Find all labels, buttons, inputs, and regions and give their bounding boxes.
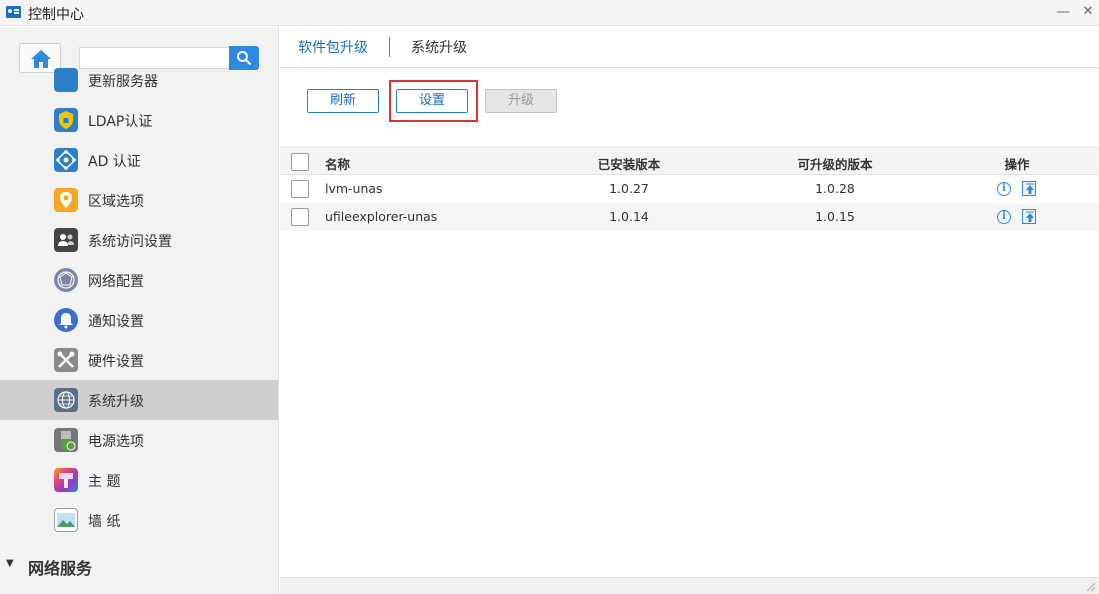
row-checkbox[interactable] bbox=[291, 180, 309, 198]
bell-icon bbox=[54, 308, 78, 332]
sidebar-item-label: 电源选项 bbox=[88, 434, 144, 450]
theme-palette-icon bbox=[54, 468, 78, 492]
header-operations: 操作 bbox=[1004, 157, 1030, 172]
table-row[interactable]: lvm-unas 1.0.27 1.0.28 i bbox=[280, 175, 1099, 203]
select-all-checkbox[interactable] bbox=[291, 153, 309, 171]
sidebar-item-label: 墙 纸 bbox=[88, 514, 121, 530]
installed-version: 1.0.14 bbox=[609, 209, 649, 224]
sidebar-item-label: 通知设置 bbox=[88, 314, 144, 330]
tab-separator bbox=[389, 37, 390, 57]
package-name: ufileexplorer-unas bbox=[325, 209, 438, 224]
sidebar: 更新服务器 LDAP认证 AD 认证 区域选项 系统访问设置 网络配置 通知设置… bbox=[0, 27, 279, 594]
search-icon bbox=[237, 51, 252, 66]
info-icon[interactable]: i bbox=[997, 182, 1011, 196]
sidebar-item-wallpaper[interactable]: 墙 纸 bbox=[0, 500, 278, 540]
available-version: 1.0.28 bbox=[815, 181, 855, 196]
upgrade-button[interactable]: 升级 bbox=[485, 89, 557, 113]
table-header: 名称 已安装版本 可升级的版本 操作 bbox=[280, 147, 1099, 175]
minimize-button[interactable]: — bbox=[1053, 3, 1073, 21]
available-version: 1.0.15 bbox=[815, 209, 855, 224]
tab-package-upgrade[interactable]: 软件包升级 bbox=[298, 37, 368, 57]
tab-system-upgrade[interactable]: 系统升级 bbox=[411, 37, 467, 57]
sidebar-item-power[interactable]: 电源选项 bbox=[0, 420, 278, 460]
sidebar-item-access[interactable]: 系统访问设置 bbox=[0, 220, 278, 260]
sidebar-item-ldap[interactable]: LDAP认证 bbox=[0, 100, 278, 140]
header-name: 名称 bbox=[325, 157, 351, 172]
table-row[interactable]: ufileexplorer-unas 1.0.14 1.0.15 i bbox=[280, 203, 1099, 231]
sidebar-item-theme[interactable]: 主 题 bbox=[0, 460, 278, 500]
sidebar-item-notify[interactable]: 通知设置 bbox=[0, 300, 278, 340]
section-network-services[interactable]: ▼ 网络服务 bbox=[0, 553, 278, 578]
network-globe-icon bbox=[54, 268, 78, 292]
sidebar-item-ad[interactable]: AD 认证 bbox=[0, 140, 278, 180]
tab-bar: 软件包升级 系统升级 bbox=[280, 27, 1099, 68]
sidebar-item-label: AD 认证 bbox=[88, 154, 141, 170]
collapse-arrow-icon: ▼ bbox=[6, 558, 14, 569]
home-icon bbox=[31, 50, 51, 68]
tools-icon bbox=[54, 348, 78, 372]
row-checkbox[interactable] bbox=[291, 208, 309, 226]
sidebar-nav: 更新服务器 LDAP认证 AD 认证 区域选项 系统访问设置 网络配置 通知设置… bbox=[0, 68, 278, 540]
wallpaper-icon bbox=[54, 508, 78, 532]
status-bar bbox=[280, 577, 1099, 594]
sidebar-item-label: 主 题 bbox=[88, 474, 121, 490]
window-title: 控制中心 bbox=[28, 7, 84, 23]
installed-version: 1.0.27 bbox=[609, 181, 649, 196]
header-installed-version: 已安装版本 bbox=[597, 157, 661, 172]
sidebar-item-label: LDAP认证 bbox=[88, 114, 153, 130]
power-battery-icon bbox=[54, 428, 78, 452]
refresh-button[interactable]: 刷新 bbox=[307, 89, 379, 113]
sidebar-item-network[interactable]: 网络配置 bbox=[0, 260, 278, 300]
sidebar-item-region[interactable]: 区域选项 bbox=[0, 180, 278, 220]
info-icon[interactable]: i bbox=[997, 210, 1011, 224]
upgrade-arrow-icon[interactable] bbox=[1022, 181, 1036, 196]
sidebar-item-update-server[interactable]: 更新服务器 bbox=[0, 68, 278, 100]
search-input[interactable] bbox=[79, 47, 229, 69]
package-table: 名称 已安装版本 可升级的版本 操作 lvm-unas 1.0.27 1.0.2… bbox=[280, 147, 1099, 231]
package-name: lvm-unas bbox=[325, 181, 383, 196]
ldap-shield-icon bbox=[54, 108, 78, 132]
sidebar-item-label: 系统访问设置 bbox=[88, 234, 172, 250]
settings-button[interactable]: 设置 bbox=[396, 89, 468, 113]
location-pin-icon bbox=[54, 188, 78, 212]
users-access-icon bbox=[54, 228, 78, 252]
sidebar-item-label: 硬件设置 bbox=[88, 354, 144, 370]
section-label: 网络服务 bbox=[28, 559, 93, 578]
control-center-icon bbox=[6, 6, 21, 18]
globe-upgrade-icon bbox=[54, 388, 78, 412]
sidebar-item-label: 系统升级 bbox=[88, 394, 144, 410]
ad-network-icon bbox=[54, 148, 78, 172]
close-button[interactable]: ✕ bbox=[1078, 3, 1098, 21]
sidebar-item-system-upgrade[interactable]: 系统升级 bbox=[0, 380, 278, 420]
sidebar-item-hardware[interactable]: 硬件设置 bbox=[0, 340, 278, 380]
title-bar: 控制中心 — ✕ bbox=[0, 0, 1099, 26]
sidebar-item-label: 更新服务器 bbox=[88, 74, 158, 90]
header-available-version: 可升级的版本 bbox=[797, 157, 873, 172]
update-server-icon bbox=[54, 68, 78, 92]
upgrade-arrow-icon[interactable] bbox=[1022, 209, 1036, 224]
resize-grip-icon[interactable] bbox=[1085, 581, 1095, 591]
sidebar-item-label: 网络配置 bbox=[88, 274, 144, 290]
search-button[interactable] bbox=[229, 46, 259, 70]
sidebar-item-label: 区域选项 bbox=[88, 194, 144, 210]
